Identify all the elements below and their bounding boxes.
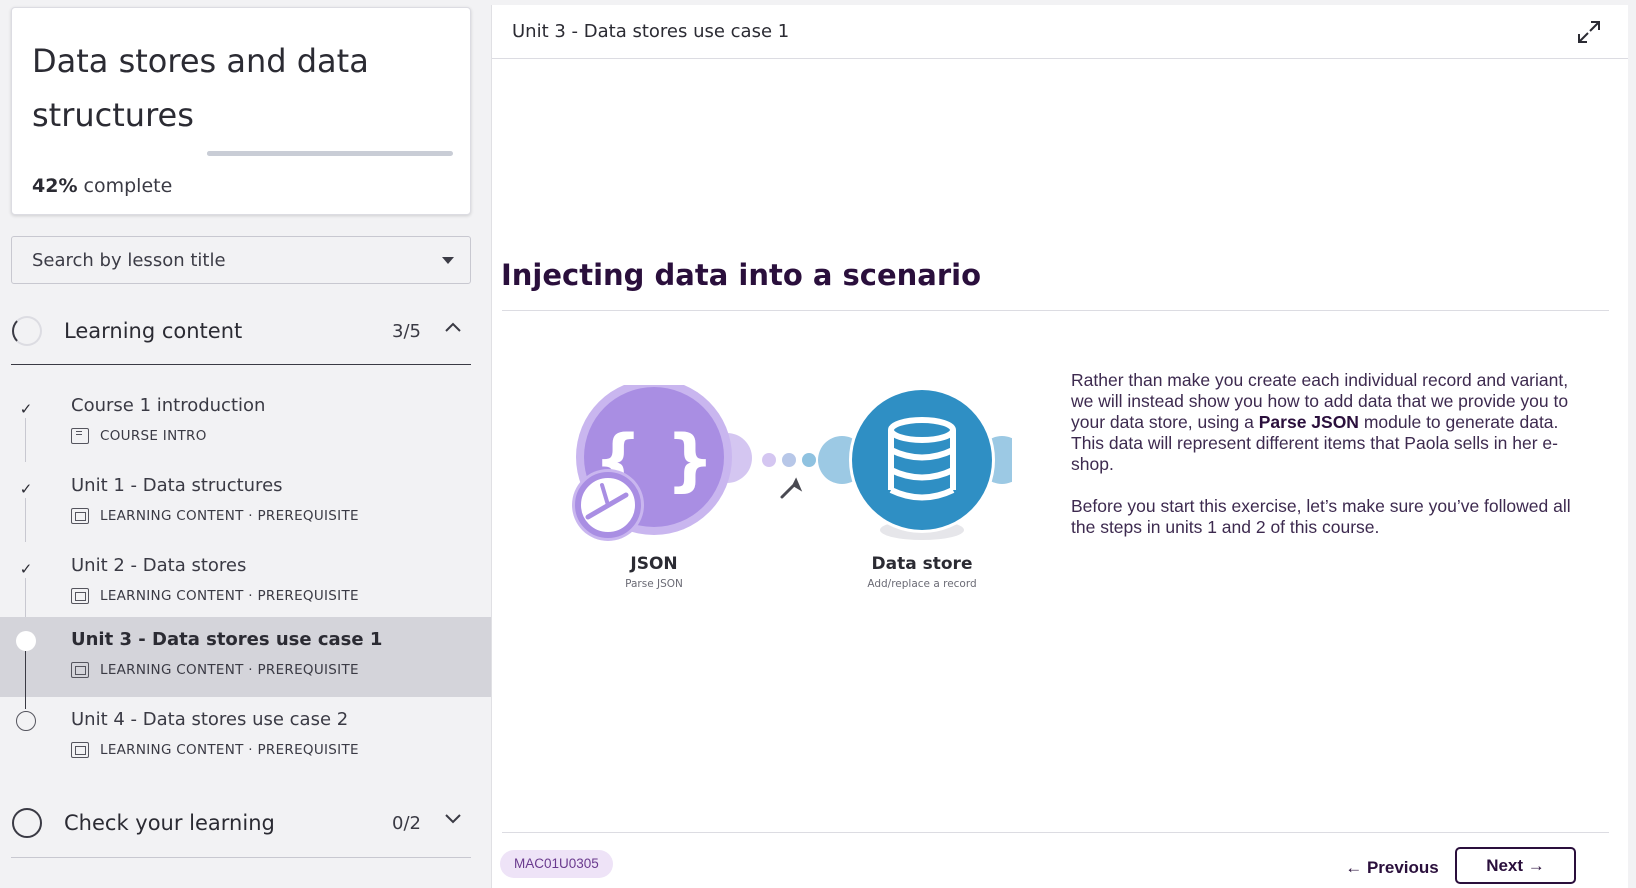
checkmark-icon: ✓	[19, 560, 33, 578]
heading-divider	[502, 310, 1609, 311]
previous-button[interactable]: ← Previous	[1337, 850, 1447, 886]
lesson-search-value: Search by lesson title	[32, 250, 226, 271]
json-module-title: JSON	[629, 554, 677, 574]
lesson-meta-text: LEARNING CONTENT · PREREQUISITE	[100, 742, 359, 758]
expand-icon[interactable]	[1576, 19, 1602, 45]
section-divider	[11, 364, 471, 365]
lesson-meta: COURSE INTRO	[71, 428, 207, 444]
json-module: { } JSON Parse JSON	[572, 385, 752, 590]
data-store-module-title: Data store	[872, 554, 973, 574]
progress-ring-icon	[12, 316, 42, 346]
slides-icon	[71, 588, 89, 604]
lesson-title: Unit 2 - Data stores	[71, 555, 247, 576]
lesson-item[interactable]: ✓ Course 1 introduction COURSE INTRO	[0, 383, 491, 463]
section-label: Check your learning	[64, 811, 275, 835]
lesson-meta: LEARNING CONTENT · PREREQUISITE	[71, 508, 359, 524]
lesson-header-title: Unit 3 - Data stores use case 1	[512, 21, 790, 42]
lesson-meta-text: LEARNING CONTENT · PREREQUISITE	[100, 588, 359, 604]
lesson-title: Unit 1 - Data structures	[71, 475, 283, 496]
json-module-subtitle: Parse JSON	[625, 578, 683, 590]
chevron-up-icon[interactable]	[445, 322, 461, 332]
data-store-module: Data store Add/replace a record	[818, 387, 1012, 590]
lesson-paragraph: Before you start this exercise, let’s ma…	[1071, 496, 1571, 537]
lesson-item[interactable]: ✓ Unit 1 - Data structures LEARNING CONT…	[0, 463, 491, 543]
slides-icon	[71, 742, 89, 758]
section-label: Learning content	[64, 319, 243, 343]
section-divider	[11, 857, 471, 858]
lesson-title: Unit 3 - Data stores use case 1	[71, 629, 383, 650]
section-count: 3/5	[392, 321, 421, 342]
lesson-heading: Injecting data into a scenario	[501, 258, 982, 292]
lesson-header: Unit 3 - Data stores use case 1	[492, 5, 1628, 59]
section-check-your-learning[interactable]: Check your learning 0/2	[11, 794, 471, 852]
lesson-item[interactable]: ✓ Unit 2 - Data stores LEARNING CONTENT …	[0, 543, 491, 623]
scenario-diagram: { } JSON Parse JSON Data store Add/repla…	[572, 385, 1012, 590]
connector-dot	[762, 453, 776, 467]
lesson-body: Rather than make you create each individ…	[1071, 370, 1581, 559]
footer-divider	[502, 832, 1609, 833]
lesson-meta: LEARNING CONTENT · PREREQUISITE	[71, 742, 359, 758]
next-button[interactable]: Next →	[1455, 847, 1576, 884]
section-learning-content[interactable]: Learning content 3/5	[11, 302, 471, 360]
lesson-title: Unit 4 - Data stores use case 2	[71, 709, 349, 730]
lesson-meta: LEARNING CONTENT · PREREQUISITE	[71, 588, 359, 604]
lesson-meta-text: LEARNING CONTENT · PREREQUISITE	[100, 662, 359, 678]
connector-dot	[802, 453, 816, 467]
data-store-module-subtitle: Add/replace a record	[867, 578, 976, 590]
course-progress-text: 42% complete	[32, 175, 172, 197]
current-lesson-dot-icon	[16, 631, 36, 651]
lesson-title: Course 1 introduction	[71, 395, 266, 416]
slides-icon	[71, 508, 89, 524]
lesson-meta-text: LEARNING CONTENT · PREREQUISITE	[100, 508, 359, 524]
lesson-meta: LEARNING CONTENT · PREREQUISITE	[71, 662, 359, 678]
lesson-search-select[interactable]: Search by lesson title	[11, 236, 471, 284]
course-progress-bar	[207, 151, 453, 156]
module-connector	[762, 453, 816, 499]
wrench-icon	[780, 477, 803, 499]
lesson-item[interactable]: Unit 4 - Data stores use case 2 LEARNING…	[0, 697, 491, 777]
chevron-down-icon[interactable]	[445, 814, 461, 824]
incomplete-circle-icon	[16, 711, 36, 731]
slides-icon	[71, 662, 89, 678]
course-title: Data stores and data structures	[32, 42, 369, 134]
sidebar: Data stores and data structures 42% comp…	[0, 0, 491, 888]
paragraph-bold-text: Parse JSON	[1258, 412, 1359, 432]
lesson-meta-text: COURSE INTRO	[100, 428, 207, 444]
course-progress-fill	[207, 151, 311, 156]
lesson-item-current[interactable]: Unit 3 - Data stores use case 1 LEARNING…	[0, 617, 491, 697]
connector-dot	[782, 453, 796, 467]
progress-percent: 42%	[32, 175, 78, 197]
progress-ring-icon	[12, 808, 42, 838]
lesson-code-badge: MAC01U0305	[500, 850, 613, 878]
checkmark-icon: ✓	[19, 480, 33, 498]
caret-down-icon	[442, 257, 454, 264]
lesson-panel: Unit 3 - Data stores use case 1 Injectin…	[491, 5, 1628, 888]
document-icon	[71, 428, 89, 444]
lesson-paragraph: Rather than make you create each individ…	[1071, 370, 1581, 475]
course-card: Data stores and data structures 42% comp…	[11, 7, 471, 215]
checkmark-icon: ✓	[19, 400, 33, 418]
section-count: 0/2	[392, 813, 421, 834]
progress-suffix: complete	[83, 175, 173, 197]
